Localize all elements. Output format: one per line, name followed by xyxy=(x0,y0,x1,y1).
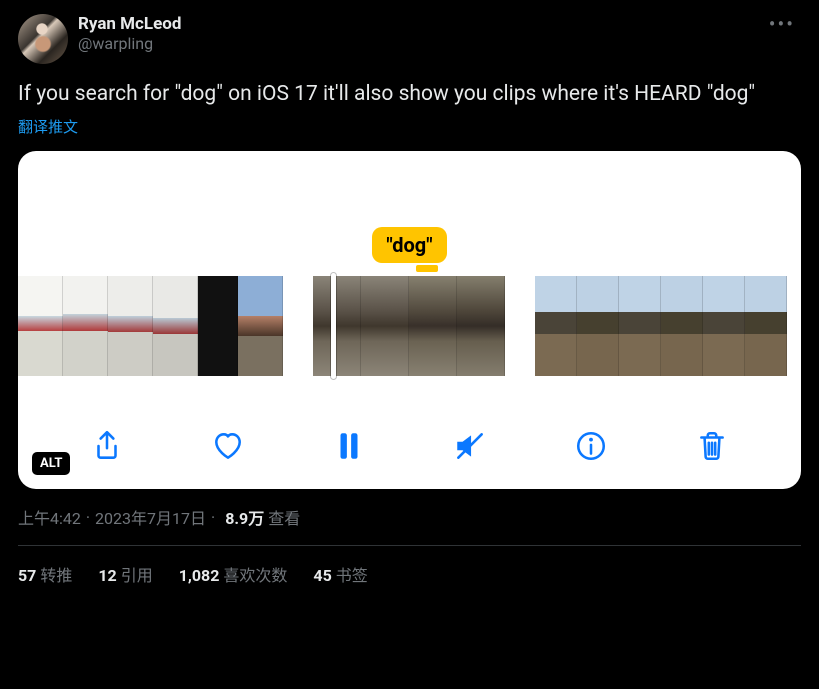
caption-bubble: "dog" xyxy=(372,227,446,263)
stat-label: 喜欢次数 xyxy=(223,566,287,585)
tweet-container: Ryan McLeod @warpling ••• If you search … xyxy=(0,0,819,586)
stat-count: 45 xyxy=(313,566,331,585)
thumbnail[interactable] xyxy=(661,276,703,376)
tweet-header: Ryan McLeod @warpling ••• xyxy=(18,14,801,64)
separator: · xyxy=(86,508,90,527)
stat-label: 引用 xyxy=(121,566,153,585)
thumbnail[interactable] xyxy=(457,276,505,376)
stat-label: 书签 xyxy=(336,566,368,585)
clip-group[interactable] xyxy=(18,276,283,376)
media-controls xyxy=(18,425,801,467)
timestamp[interactable]: 上午4:42 xyxy=(18,505,81,529)
stats-row: 57转推 12 引用 1,082喜欢次数 45 书签 xyxy=(18,546,801,586)
alt-badge[interactable]: ALT xyxy=(32,452,70,475)
translate-link[interactable]: 翻译推文 xyxy=(18,116,801,137)
handle: @warpling xyxy=(78,34,763,53)
clip-group-active[interactable] xyxy=(313,276,505,376)
scrub-mark xyxy=(416,265,438,272)
clip-group[interactable] xyxy=(535,276,787,376)
thumbnail[interactable] xyxy=(108,276,153,376)
separator: · xyxy=(211,508,215,527)
stat-label: 转推 xyxy=(40,566,72,585)
media-card[interactable]: "dog" xyxy=(18,151,801,489)
datestamp[interactable]: 2023年7月17日 xyxy=(95,505,206,529)
info-icon[interactable] xyxy=(570,425,612,467)
thumbnail[interactable] xyxy=(361,276,409,376)
stat-count: 57 xyxy=(18,566,36,585)
mute-icon[interactable] xyxy=(449,425,491,467)
tweet-text: If you search for "dog" on iOS 17 it'll … xyxy=(18,80,801,108)
views-label: 查看 xyxy=(268,505,300,529)
views-count: 8.9万 xyxy=(225,505,264,529)
video-timeline[interactable] xyxy=(18,276,801,376)
thumbnail[interactable] xyxy=(153,276,198,376)
retweets-stat[interactable]: 57转推 xyxy=(18,562,72,586)
caption-bubble-row: "dog" xyxy=(18,227,801,263)
tweet-meta: 上午4:42 · 2023年7月17日 · 8.9万 查看 xyxy=(18,505,801,529)
stat-count: 1,082 xyxy=(179,566,220,585)
thumbnail[interactable] xyxy=(535,276,577,376)
share-icon[interactable] xyxy=(86,425,128,467)
thumbnail[interactable] xyxy=(238,276,283,376)
likes-stat[interactable]: 1,082喜欢次数 xyxy=(179,562,288,586)
bookmarks-stat[interactable]: 45 书签 xyxy=(313,562,367,586)
trash-icon[interactable] xyxy=(691,425,733,467)
thumbnail[interactable] xyxy=(313,276,361,376)
pause-icon[interactable] xyxy=(328,425,370,467)
display-name: Ryan McLeod xyxy=(78,14,763,34)
thumbnail[interactable] xyxy=(619,276,661,376)
thumbnail[interactable] xyxy=(577,276,619,376)
thumbnail[interactable] xyxy=(18,276,63,376)
more-icon[interactable]: ••• xyxy=(763,14,801,34)
author-names[interactable]: Ryan McLeod @warpling xyxy=(78,14,763,53)
stat-count: 12 xyxy=(98,566,116,585)
playhead[interactable] xyxy=(331,273,336,379)
thumbnail[interactable] xyxy=(409,276,457,376)
thumbnail[interactable] xyxy=(63,276,108,376)
quotes-stat[interactable]: 12 引用 xyxy=(98,562,152,586)
thumbnail[interactable] xyxy=(198,276,238,376)
avatar[interactable] xyxy=(18,14,68,64)
heart-icon[interactable] xyxy=(207,425,249,467)
thumbnail[interactable] xyxy=(703,276,745,376)
thumbnail[interactable] xyxy=(745,276,787,376)
